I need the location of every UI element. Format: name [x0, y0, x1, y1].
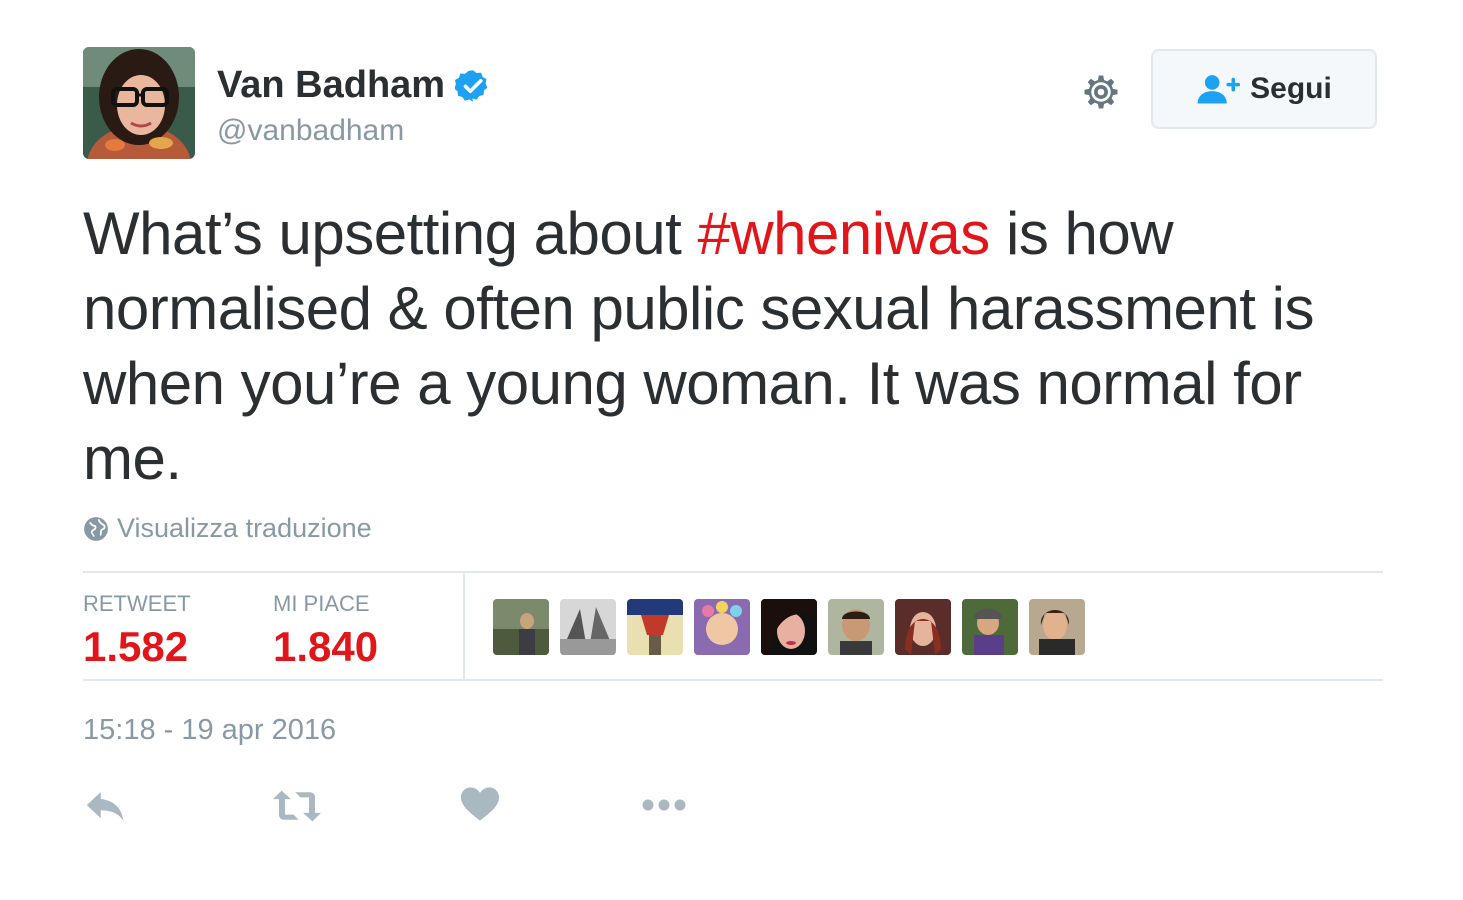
likes-count: 1.840 — [273, 623, 379, 670]
follow-label: Segui — [1250, 72, 1332, 105]
translate-link[interactable]: Visualizza traduzione — [83, 513, 372, 544]
stats-divider — [463, 573, 465, 681]
profile-photo-icon — [83, 47, 195, 159]
settings-gear-button[interactable] — [1079, 70, 1123, 114]
liker-avatar-7[interactable] — [895, 599, 951, 655]
liker-avatar-9[interactable] — [1029, 599, 1085, 655]
liker-avatar-5[interactable] — [761, 599, 817, 655]
add-user-icon — [1197, 75, 1241, 104]
likes-stat[interactable]: MI PIACE 1.840 — [273, 591, 378, 671]
more-dots-icon — [642, 799, 686, 811]
reply-button[interactable] — [85, 786, 127, 831]
translate-label: Visualizza traduzione — [117, 513, 372, 543]
hashtag-link[interactable]: #wheniwas — [697, 200, 990, 267]
avatar[interactable] — [83, 47, 195, 159]
timestamp[interactable]: 15:18 - 19 apr 2016 — [83, 714, 336, 747]
liker-avatar-2[interactable] — [560, 599, 616, 655]
tweet-actions — [83, 786, 723, 830]
tweet-card: Van Badham @vanbadham Segui What’s upset… — [0, 0, 1463, 900]
liker-avatar-8[interactable] — [962, 599, 1018, 655]
likes-label: MI PIACE — [273, 591, 370, 616]
liker-avatar-3[interactable] — [627, 599, 683, 655]
verified-badge-icon — [455, 69, 488, 102]
gear-icon — [1084, 75, 1118, 109]
liker-avatar-4[interactable] — [694, 599, 750, 655]
retweet-icon — [273, 790, 321, 822]
likers-avatars — [493, 599, 1085, 655]
retweets-count: 1.582 — [83, 623, 189, 670]
liker-avatar-6[interactable] — [828, 599, 884, 655]
display-name[interactable]: Van Badham — [217, 64, 445, 107]
username[interactable]: @vanbadham — [217, 114, 404, 148]
follow-button[interactable]: Segui — [1151, 49, 1377, 129]
globe-icon — [84, 516, 108, 541]
reply-icon — [86, 792, 124, 821]
display-name-row: Van Badham — [217, 64, 491, 107]
retweets-stat[interactable]: RETWEET 1.582 — [83, 591, 191, 671]
heart-icon — [461, 787, 499, 821]
like-button[interactable] — [461, 786, 499, 827]
retweets-label: RETWEET — [83, 591, 191, 616]
retweet-button[interactable] — [273, 788, 321, 829]
tweet-stats: RETWEET 1.582 MI PIACE 1.840 — [83, 571, 1383, 681]
tweet-text: What’s upsetting about #wheniwas is how … — [83, 196, 1383, 496]
liker-avatar-1[interactable] — [493, 599, 549, 655]
tweet-text-before: What’s upsetting about — [83, 200, 698, 267]
more-button[interactable] — [641, 798, 687, 817]
